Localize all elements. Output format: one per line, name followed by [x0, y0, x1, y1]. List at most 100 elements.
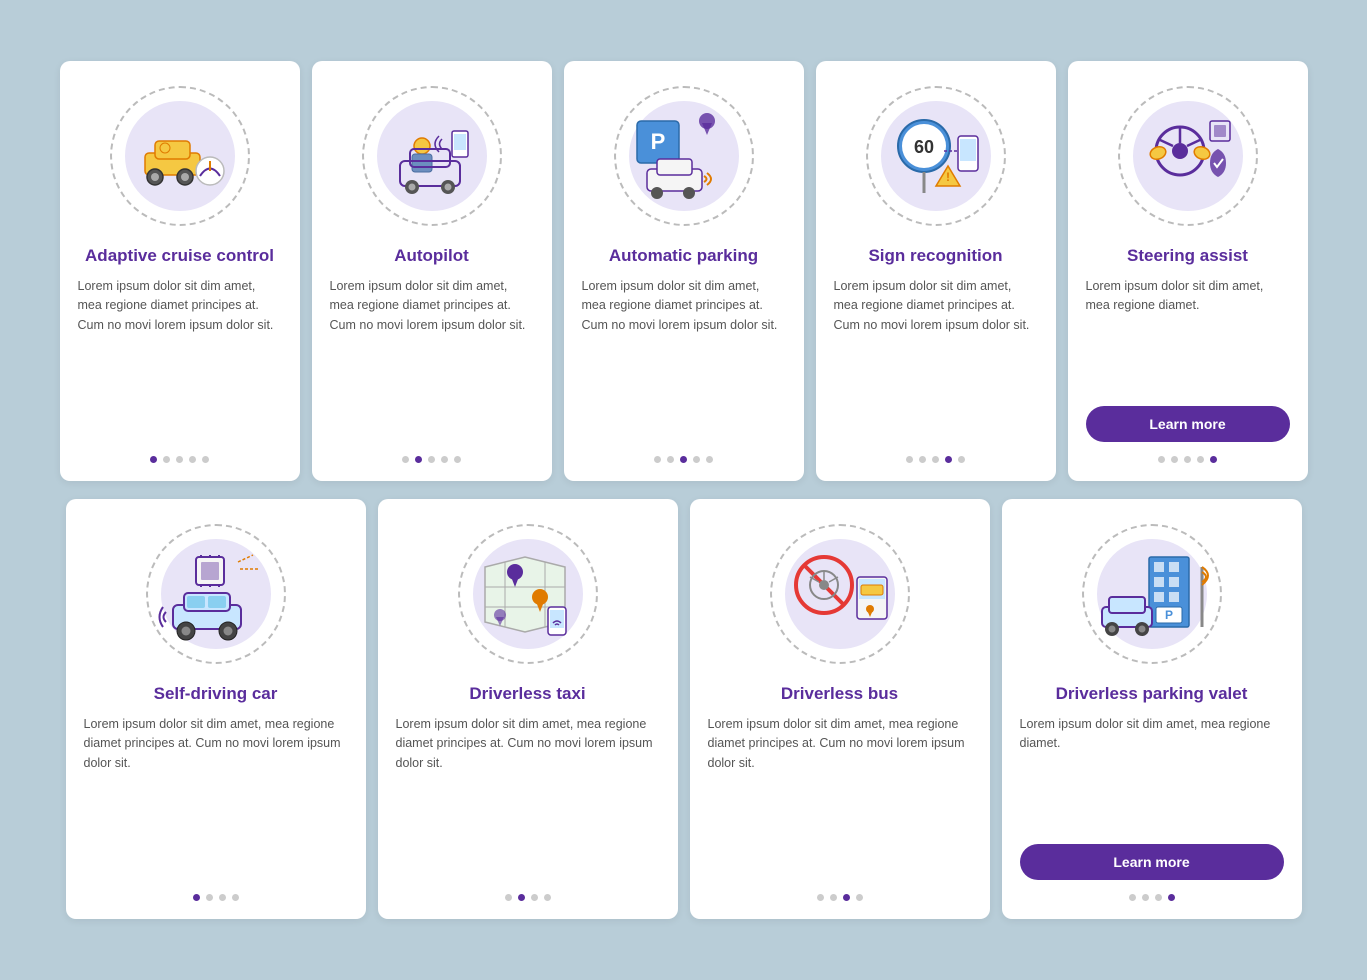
- dot-5: [958, 456, 965, 463]
- card-text-parking: Lorem ipsum dolor sit dim amet, mea regi…: [582, 277, 786, 442]
- learn-more-button-valet[interactable]: Learn more: [1020, 844, 1284, 880]
- dots-sign: [906, 456, 965, 463]
- dot-1: [193, 894, 200, 901]
- dot-1: [1129, 894, 1136, 901]
- icon-area-adaptive: [105, 81, 255, 231]
- learn-more-button-steering[interactable]: Learn more: [1086, 406, 1290, 442]
- dots-autopilot: [402, 456, 461, 463]
- card-driverless-parking-valet: P Driverless parking valet Lorem ipsum d: [1002, 499, 1302, 919]
- card-title-parking: Automatic parking: [609, 245, 758, 267]
- dot-3: [680, 456, 687, 463]
- automatic-parking-icon: P: [629, 111, 739, 201]
- dot-2: [667, 456, 674, 463]
- dot-5: [202, 456, 209, 463]
- card-title-sign: Sign recognition: [868, 245, 1002, 267]
- dot-1: [1158, 456, 1165, 463]
- dot-2: [1171, 456, 1178, 463]
- card-steering-assist: Steering assist Lorem ipsum dolor sit di…: [1068, 61, 1308, 481]
- dot-1: [817, 894, 824, 901]
- dot-5: [706, 456, 713, 463]
- icon-area-selfdriving: [141, 519, 291, 669]
- dot-2: [830, 894, 837, 901]
- card-title-autopilot: Autopilot: [394, 245, 469, 267]
- dots-valet: [1129, 894, 1175, 901]
- card-driverless-taxi: Driverless taxi Lorem ipsum dolor sit di…: [378, 499, 678, 919]
- dot-3: [428, 456, 435, 463]
- card-adaptive-cruise-control: Adaptive cruise control Lorem ipsum dolo…: [60, 61, 300, 481]
- card-text-selfdriving: Lorem ipsum dolor sit dim amet, mea regi…: [84, 715, 348, 880]
- dot-2: [163, 456, 170, 463]
- dot-2: [1142, 894, 1149, 901]
- dot-3: [1155, 894, 1162, 901]
- card-text-valet: Lorem ipsum dolor sit dim amet, mea regi…: [1020, 715, 1284, 830]
- dot-1: [150, 456, 157, 463]
- dot-3: [843, 894, 850, 901]
- dots-steering: [1158, 456, 1217, 463]
- card-title-bus: Driverless bus: [781, 683, 898, 705]
- dot-2: [206, 894, 213, 901]
- dot-4: [441, 456, 448, 463]
- dot-1: [505, 894, 512, 901]
- icon-area-steering: [1113, 81, 1263, 231]
- row-1: Adaptive cruise control Lorem ipsum dolo…: [24, 61, 1344, 481]
- card-title-taxi: Driverless taxi: [469, 683, 585, 705]
- icon-area-sign: 60 !: [861, 81, 1011, 231]
- card-sign-recognition: 60 ! Sign recognition Lorem ipsum dolor …: [816, 61, 1056, 481]
- self-driving-car-icon: [158, 547, 273, 642]
- card-text-autopilot: Lorem ipsum dolor sit dim amet, mea regi…: [330, 277, 534, 442]
- svg-text:60: 60: [913, 137, 933, 157]
- dot-2: [415, 456, 422, 463]
- card-automatic-parking: P Automatic parking Lorem ipsum dolor si: [564, 61, 804, 481]
- svg-text:P: P: [1165, 608, 1173, 622]
- card-text-steering: Lorem ipsum dolor sit dim amet, mea regi…: [1086, 277, 1290, 392]
- dot-4: [1197, 456, 1204, 463]
- dot-4: [693, 456, 700, 463]
- dots-parking: [654, 456, 713, 463]
- card-title-adaptive: Adaptive cruise control: [85, 245, 274, 267]
- dot-4: [945, 456, 952, 463]
- steering-assist-icon: [1138, 111, 1238, 201]
- dot-5: [454, 456, 461, 463]
- row-2: Self-driving car Lorem ipsum dolor sit d…: [24, 499, 1344, 919]
- icon-area-autopilot: [357, 81, 507, 231]
- driverless-bus-icon: [782, 547, 897, 642]
- svg-text:P: P: [650, 129, 665, 154]
- autopilot-icon: [382, 111, 482, 201]
- dot-1: [654, 456, 661, 463]
- dot-3: [932, 456, 939, 463]
- dot-4: [856, 894, 863, 901]
- dot-2: [518, 894, 525, 901]
- card-autopilot: Autopilot Lorem ipsum dolor sit dim amet…: [312, 61, 552, 481]
- dot-2: [919, 456, 926, 463]
- driverless-taxi-icon: [470, 547, 585, 642]
- card-text-adaptive: Lorem ipsum dolor sit dim amet, mea regi…: [78, 277, 282, 442]
- dot-3: [1184, 456, 1191, 463]
- main-container: Adaptive cruise control Lorem ipsum dolo…: [24, 61, 1344, 919]
- dots-taxi: [505, 894, 551, 901]
- dot-5: [1210, 456, 1217, 463]
- card-title-valet: Driverless parking valet: [1056, 683, 1248, 705]
- svg-text:!: !: [946, 170, 950, 184]
- card-driverless-bus: Driverless bus Lorem ipsum dolor sit dim…: [690, 499, 990, 919]
- driverless-parking-valet-icon: P: [1094, 547, 1209, 642]
- dot-4: [544, 894, 551, 901]
- icon-area-valet: P: [1077, 519, 1227, 669]
- card-text-sign: Lorem ipsum dolor sit dim amet, mea regi…: [834, 277, 1038, 442]
- dot-1: [402, 456, 409, 463]
- dot-3: [176, 456, 183, 463]
- card-title-selfdriving: Self-driving car: [154, 683, 278, 705]
- icon-area-parking: P: [609, 81, 759, 231]
- dots-selfdriving: [193, 894, 239, 901]
- adaptive-cruise-control-icon: [130, 111, 230, 201]
- dot-3: [219, 894, 226, 901]
- icon-area-bus: [765, 519, 915, 669]
- card-self-driving: Self-driving car Lorem ipsum dolor sit d…: [66, 499, 366, 919]
- dot-1: [906, 456, 913, 463]
- sign-recognition-icon: 60 !: [886, 111, 986, 201]
- dots-bus: [817, 894, 863, 901]
- card-text-bus: Lorem ipsum dolor sit dim amet, mea regi…: [708, 715, 972, 880]
- dots-adaptive: [150, 456, 209, 463]
- dot-4: [232, 894, 239, 901]
- dot-3: [531, 894, 538, 901]
- dot-4: [1168, 894, 1175, 901]
